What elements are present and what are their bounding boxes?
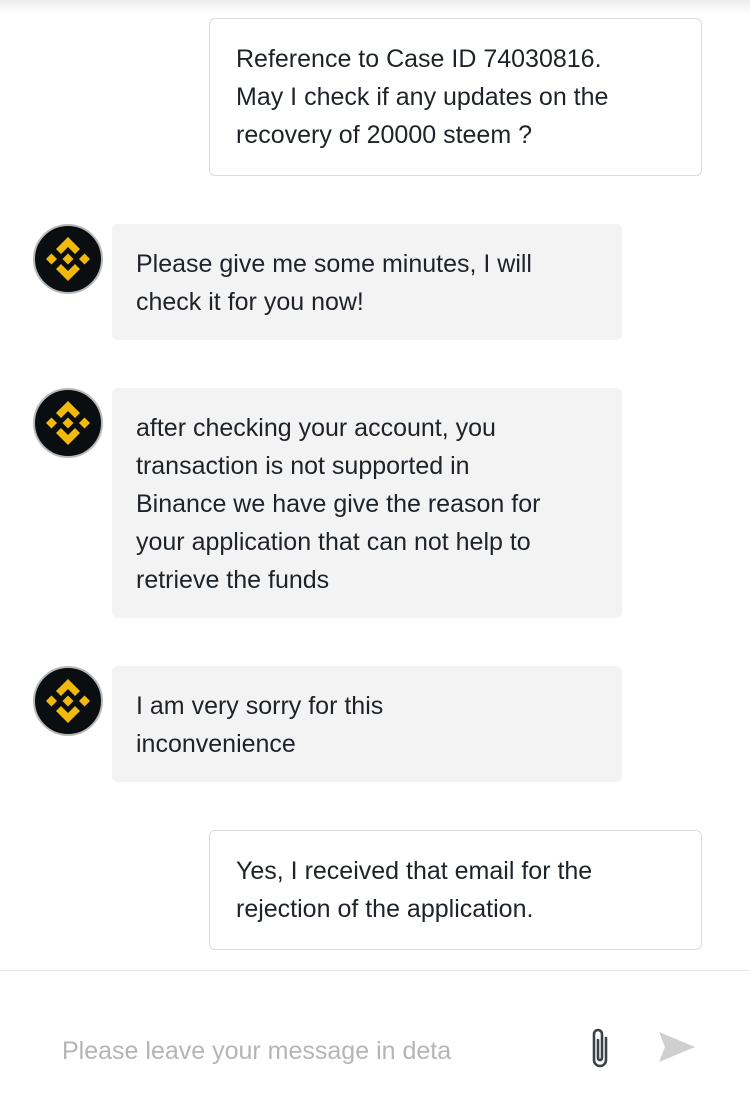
agent-message-bubble: I am very sorry for this inconvenience [112, 666, 622, 782]
message-input[interactable] [62, 1029, 532, 1073]
user-message-bubble: Yes, I received that email for the rejec… [209, 830, 702, 950]
agent-avatar [33, 224, 103, 294]
chat-message-list[interactable]: Reference to Case ID 74030816. May I che… [0, 0, 750, 970]
agent-avatar [33, 388, 103, 458]
binance-logo-icon [46, 679, 90, 723]
user-message-bubble: Reference to Case ID 74030816. May I che… [209, 18, 702, 176]
send-button[interactable] [652, 1025, 702, 1069]
attach-button[interactable] [580, 1019, 620, 1075]
binance-logo-icon [46, 237, 90, 281]
agent-message-bubble: Please give me some minutes, I will chec… [112, 224, 622, 340]
message-composer [0, 970, 750, 1115]
binance-logo-icon [46, 401, 90, 445]
agent-message-bubble: after checking your account, you transac… [112, 388, 622, 618]
agent-avatar [33, 666, 103, 736]
paperclip-icon [592, 1028, 608, 1068]
send-icon [659, 1032, 695, 1062]
